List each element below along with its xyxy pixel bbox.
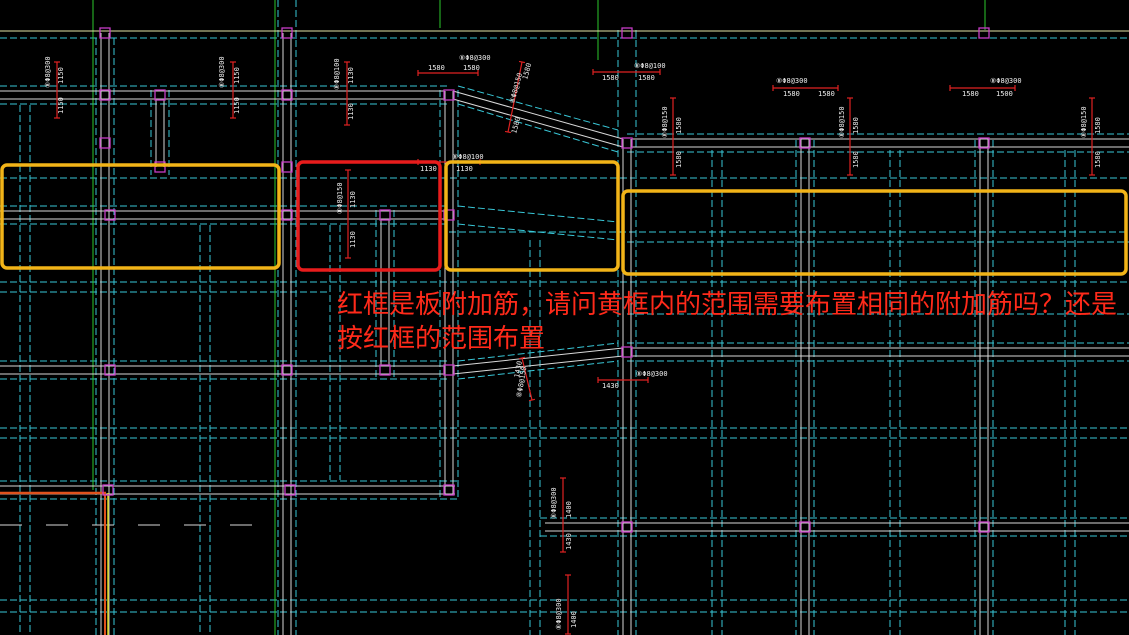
highlight-boxes	[0, 160, 1128, 276]
dimension-label: 1580	[1094, 117, 1102, 134]
rebar-label: ⑧Φ8@300	[990, 77, 1022, 85]
dimension-label: 1430	[565, 533, 573, 550]
dimension-label: 1580	[428, 64, 445, 72]
column-marker	[621, 27, 633, 39]
dimension-label: 1400	[570, 611, 578, 628]
yellow-highlight-box-left	[0, 163, 281, 270]
rebar-label: ⑧Φ8@300	[459, 54, 491, 62]
dimension-label: 1130	[349, 231, 357, 248]
grid-line-diagonal	[457, 360, 619, 380]
dimension-label: 1130	[347, 103, 355, 120]
rebar-label: ⑧Φ8@150	[1080, 106, 1088, 138]
dimension-label: 1130	[349, 191, 357, 208]
grid-line-diagonal	[457, 103, 619, 153]
red-highlight-box	[296, 160, 442, 272]
dimension-label: 1130	[420, 165, 437, 173]
dimension-label: 1400	[565, 501, 573, 518]
dimension-label: 1130	[456, 165, 473, 173]
beam-edge-diagonal	[452, 90, 624, 140]
dimension-label: 1580	[638, 74, 655, 82]
dimension-label: 1580	[521, 62, 533, 80]
question-annotation-line-1: 红框是板附加筋，请问黄框内的范围需要布置相同的附加筋吗？还是	[337, 290, 1118, 320]
rebar-label: ⑧Φ8@300	[555, 598, 563, 630]
dimension-label: 1580	[852, 151, 860, 168]
question-annotation: 红框是板附加筋，请问黄框内的范围需要布置相同的附加筋吗？还是 按红框的范围布置	[337, 288, 1117, 356]
dimension-label: 1580	[602, 74, 619, 82]
cad-viewport[interactable]: ⑧Φ8@300 ⑧Φ8@300 ⑧Φ8@100 ⑧Φ8@300 ⑧Φ8@150 …	[0, 0, 1129, 635]
dimension-label: 1150	[57, 67, 65, 84]
rebar-label: ⑧Φ8@300	[776, 77, 808, 85]
rebar-label: ⑧Φ8@150	[661, 106, 669, 138]
grid-line-diagonal	[457, 205, 619, 223]
dimension-label: 1130	[347, 67, 355, 84]
beam-edge-diagonal	[452, 98, 624, 148]
rebar-label: ⑧Φ8@150	[336, 182, 344, 214]
dimension-label: 1150	[57, 97, 65, 114]
dimension-label: 1580	[852, 117, 860, 134]
dimension-label: 1580	[675, 117, 683, 134]
dimension-label: 1150	[233, 97, 241, 114]
rebar-label: ⑧Φ8@150	[838, 106, 846, 138]
dimension-label: 1580	[510, 116, 522, 134]
rebar-label: ⑧Φ8@300	[550, 487, 558, 519]
rebar-label: ⑧Φ8@300	[44, 56, 52, 88]
dimension-label: 1430	[602, 382, 619, 390]
rebar-label: ⑧Φ8@100	[452, 153, 484, 161]
rebar-end-tick	[528, 398, 536, 402]
dimension-label: 1580	[818, 90, 835, 98]
rebar-label: ⑧Φ8@300	[636, 370, 668, 378]
dimension-label: 1500	[996, 90, 1013, 98]
dimension-label: 1580	[675, 151, 683, 168]
dimension-label: 1150	[233, 67, 241, 84]
column-marker	[978, 27, 990, 39]
rebar-end-tick	[518, 60, 526, 64]
rebar-label: ⑧Φ8@300	[218, 56, 226, 88]
dimension-label: 1580	[463, 64, 480, 72]
dimension-label: 1580	[1094, 151, 1102, 168]
dimension-label: 1580	[783, 90, 800, 98]
question-annotation-line-2: 按红框的范围布置	[337, 324, 546, 354]
rebar-label: ⑧Φ8@100	[634, 62, 666, 70]
dimension-label: 1580	[962, 90, 979, 98]
rebar-label: ⑧Φ8@100	[333, 58, 341, 90]
